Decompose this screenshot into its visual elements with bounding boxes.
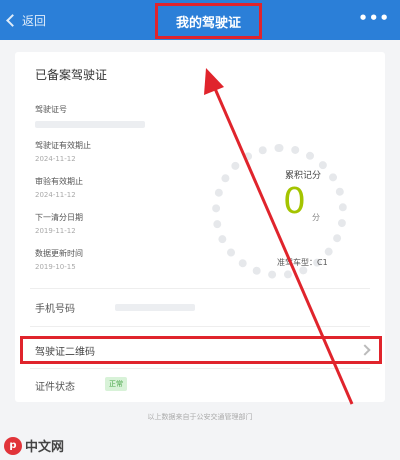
arrow-shaft xyxy=(211,83,354,405)
annotation-arrow xyxy=(204,68,354,405)
arrow-head xyxy=(204,68,224,95)
